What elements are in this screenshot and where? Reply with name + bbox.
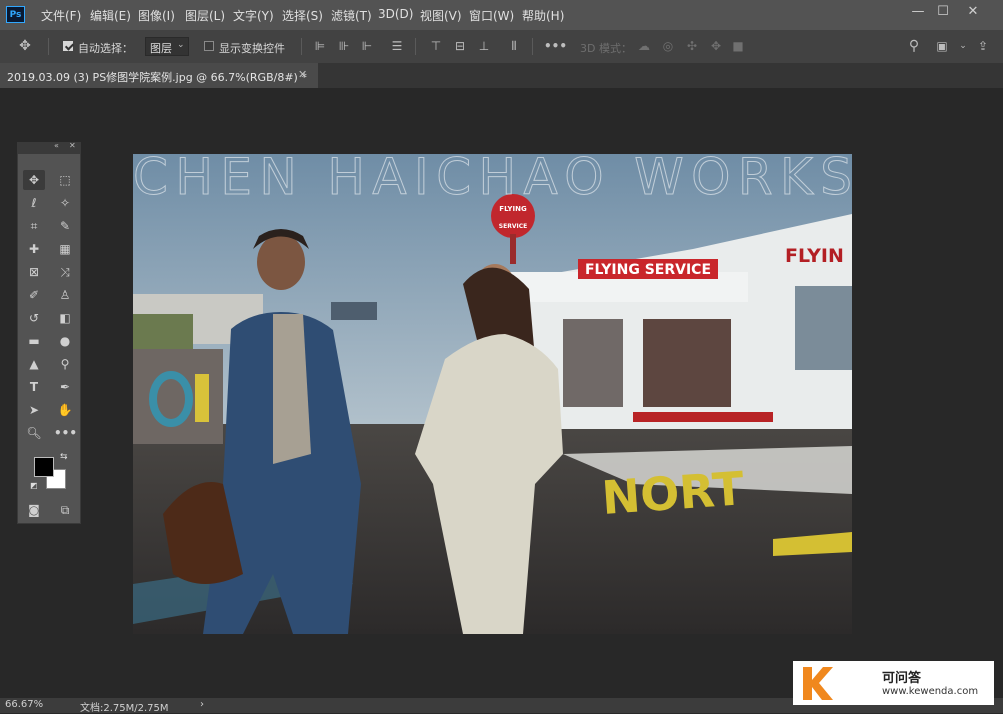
3d-mode-label: 3D 模式： — [580, 42, 632, 55]
history-brush-icon[interactable]: ↺ — [23, 308, 45, 328]
menu-layer[interactable]: 图层(L) — [185, 7, 225, 24]
tools-panel: « ✕ ✥ ⬚ ℓ ✧ ⌗ ✎ ✚ ▦ ⊠ ⤨ ✐ ♙ ↺ ◧ ▬ ● ▲ ⚲ … — [17, 141, 81, 524]
menu-view[interactable]: 视图(V) — [420, 7, 462, 24]
building-letters: FLYIN — [785, 245, 844, 267]
close-panel-icon[interactable]: ✕ — [69, 141, 76, 150]
search-icon[interactable]: ⚲ — [906, 38, 922, 54]
align-left-icon[interactable]: ⊫ — [312, 38, 328, 54]
photo-illustration: FLYING SERVICE FLYIN FLYING SERVICE NORT… — [133, 154, 852, 634]
divider — [532, 38, 533, 55]
scale-3d-icon[interactable]: ■ — [730, 38, 746, 54]
workspace-icon[interactable]: ▣ — [934, 38, 950, 54]
site-watermark: 可问答 www.kewenda.com — [793, 661, 994, 705]
move-icon[interactable]: ✥ — [23, 170, 45, 190]
document-tab[interactable]: 2019.03.09 (3) PS修图学院案例.jpg @ 66.7%(RGB/… — [0, 63, 318, 88]
menu-help[interactable]: 帮助(H) — [522, 7, 564, 24]
stamp-icon[interactable]: ♙ — [54, 285, 76, 305]
align-top-icon[interactable]: ⊤ — [428, 38, 444, 54]
status-menu-arrow[interactable]: › — [200, 699, 204, 710]
layer-dropdown[interactable]: 图层 ⌄ — [145, 37, 189, 56]
distribute-icon[interactable]: ☰ — [389, 38, 405, 54]
document-size: 文档:2.75M/2.75M — [80, 703, 169, 714]
photo-watermark-text: CHEN HAICHAO WORKS — [133, 154, 852, 206]
swap-icon[interactable]: ⤨ — [54, 262, 76, 282]
tools-panel-header[interactable]: « ✕ — [18, 141, 80, 154]
sharpen-icon[interactable]: ▲ — [23, 354, 45, 374]
minimize-button[interactable]: — — [905, 3, 931, 20]
sign-line2: SERVICE — [499, 223, 527, 230]
quick-mask-icon[interactable]: ◙ — [23, 500, 45, 520]
dodge-icon[interactable]: ⚲ — [54, 354, 76, 374]
divider — [48, 38, 49, 55]
divider — [415, 38, 416, 55]
brush-icon[interactable]: ✐ — [23, 285, 45, 305]
divider — [301, 38, 302, 55]
share-icon[interactable]: ⇪ — [975, 38, 991, 54]
auto-select-label: 自动选择： — [78, 42, 133, 55]
menu-bar: Ps 文件(F) 编辑(E) 图像(I) 图层(L) 文字(Y) 选择(S) 滤… — [0, 0, 1003, 30]
watermark-url: www.kewenda.com — [882, 686, 979, 697]
screen-mode-icon[interactable]: ⧉ — [54, 500, 76, 520]
zoom-level[interactable]: 66.67% — [5, 699, 43, 710]
slide-3d-icon[interactable]: ✥ — [708, 38, 724, 54]
layer-dropdown-value: 图层 — [150, 42, 172, 55]
building-banner-text: FLYING SERVICE — [585, 262, 711, 278]
gradient-icon[interactable]: ▬ — [23, 331, 45, 351]
pen-icon[interactable]: ✒ — [54, 377, 76, 397]
patch-icon[interactable]: ▦ — [54, 239, 76, 259]
marquee-icon[interactable]: ⬚ — [54, 170, 76, 190]
menu-file[interactable]: 文件(F) — [41, 7, 81, 24]
path-select-icon[interactable]: ➤ — [23, 400, 45, 420]
chevron-down-icon: ⌄ — [177, 40, 185, 50]
menu-image[interactable]: 图像(I) — [138, 7, 175, 24]
close-tab-icon[interactable]: ✕ — [298, 68, 307, 81]
lasso-icon[interactable]: ℓ — [23, 193, 45, 213]
menu-window[interactable]: 窗口(W) — [469, 7, 514, 24]
align-middle-icon[interactable]: ⊟ — [452, 38, 468, 54]
sign-line1: FLYING — [499, 205, 527, 213]
magic-wand-icon[interactable]: ✧ — [54, 193, 76, 213]
distribute-vertical-icon[interactable]: ⫴ — [506, 38, 522, 54]
menu-type[interactable]: 文字(Y) — [233, 7, 274, 24]
collapse-icon[interactable]: « — [54, 141, 59, 150]
zoom-icon[interactable]: 🔍︎ — [23, 423, 45, 443]
show-transform-checkbox[interactable] — [204, 41, 214, 51]
watermark-name: 可问答 — [882, 671, 922, 686]
menu-select[interactable]: 选择(S) — [282, 7, 323, 24]
align-right-icon[interactable]: ⊩ — [359, 38, 375, 54]
eraser-icon[interactable]: ◧ — [54, 308, 76, 328]
align-bottom-icon[interactable]: ⊥ — [476, 38, 492, 54]
menu-edit[interactable]: 编辑(E) — [90, 7, 131, 24]
maximize-button[interactable]: ☐ — [930, 3, 956, 20]
align-center-icon[interactable]: ⊪ — [336, 38, 352, 54]
menu-filter[interactable]: 滤镜(T) — [331, 7, 372, 24]
auto-select-checkbox[interactable] — [63, 41, 73, 51]
kewenda-logo-icon — [803, 667, 833, 700]
drag-3d-icon[interactable]: ✣ — [684, 38, 700, 54]
healing-icon[interactable]: ✚ — [23, 239, 45, 259]
options-bar: ✥ 自动选择： 图层 ⌄ 显示变换控件 ⊫ ⊪ ⊩ ☰ ⊤ ⊟ ⊥ ⫴ ••• … — [0, 30, 1003, 64]
move-tool-preset-icon[interactable]: ✥ — [17, 38, 33, 54]
menu-3d[interactable]: 3D(D) — [378, 7, 413, 21]
close-window-button[interactable]: ✕ — [960, 3, 986, 20]
more-tools-icon[interactable]: ••• — [54, 423, 77, 443]
more-options-icon[interactable]: ••• — [544, 38, 567, 54]
show-transform-label: 显示变换控件 — [219, 42, 285, 55]
roll-3d-icon[interactable]: ◎ — [660, 38, 676, 54]
blur-icon[interactable]: ● — [54, 331, 76, 351]
chevron-down-icon[interactable]: ⌄ — [955, 38, 971, 54]
document-tab-title: 2019.03.09 (3) PS修图学院案例.jpg @ 66.7%(RGB/… — [7, 71, 307, 84]
document-image[interactable]: FLYING SERVICE FLYIN FLYING SERVICE NORT… — [133, 154, 852, 634]
foreground-color-swatch[interactable] — [34, 457, 54, 477]
photoshop-logo-icon: Ps — [6, 6, 25, 23]
orbit-3d-icon[interactable]: ☁ — [636, 38, 652, 54]
crop-icon[interactable]: ⌗ — [23, 216, 45, 236]
type-icon[interactable]: T — [23, 377, 45, 397]
frame-icon[interactable]: ⊠ — [23, 262, 45, 282]
eyedropper-icon[interactable]: ✎ — [54, 216, 76, 236]
default-colors-icon[interactable]: ◩ — [30, 481, 38, 490]
hand-icon[interactable]: ✋ — [54, 400, 76, 420]
swap-colors-icon[interactable]: ⇆ — [60, 452, 68, 462]
ground-letters: NORT — [600, 461, 746, 525]
